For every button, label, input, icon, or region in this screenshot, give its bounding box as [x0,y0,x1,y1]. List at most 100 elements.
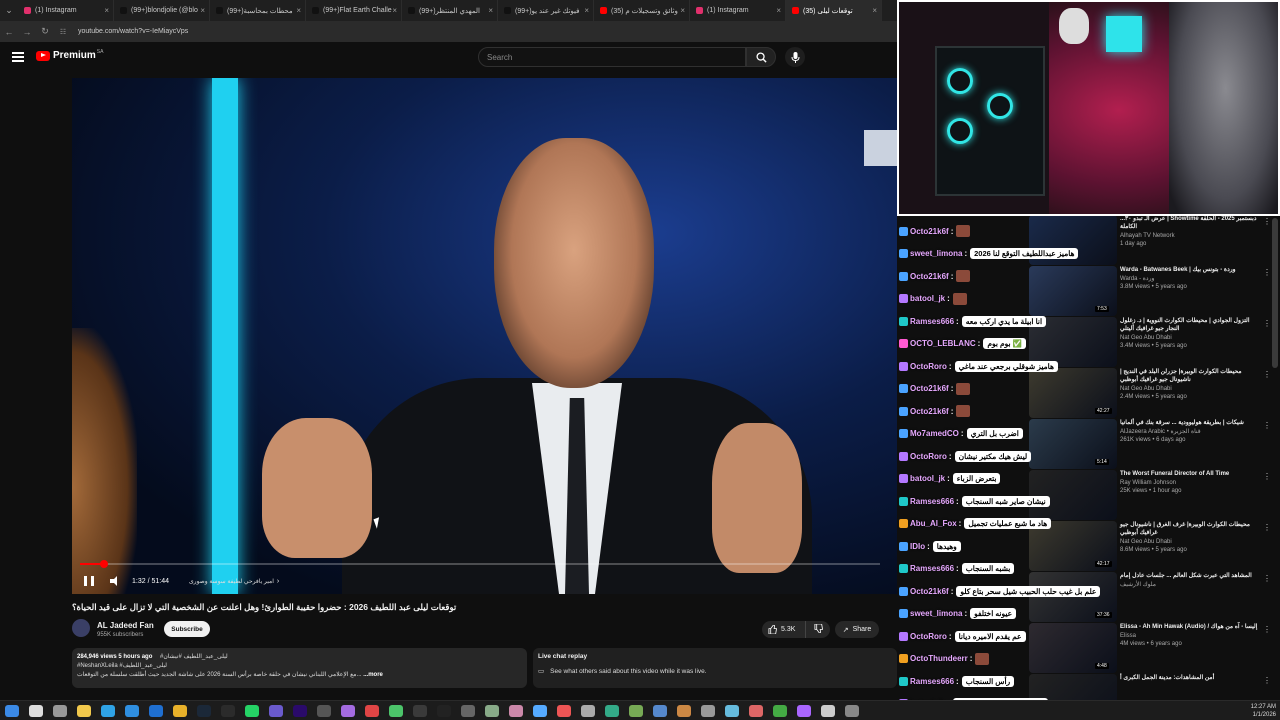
tab-close-icon[interactable]: × [296,6,301,15]
browser-tab[interactable]: (99+)المهدي المنتظر × [402,0,498,21]
progress-bar[interactable] [80,560,880,568]
tab-close-icon[interactable]: × [584,6,589,15]
menu-icon[interactable] [12,52,24,62]
more-options-icon[interactable]: ⋮ [1263,421,1271,430]
more-options-icon[interactable]: ⋮ [1263,319,1271,328]
voice-search-button[interactable] [785,47,805,67]
obs-icon[interactable] [221,704,235,717]
app-icon[interactable] [485,704,499,717]
more-options-icon[interactable]: ⋮ [1263,217,1271,226]
search-button[interactable] [746,47,776,67]
whatsapp-icon[interactable] [245,704,259,717]
recommendation-title[interactable]: محيطات الكوارث الوبيرة| غرف الغرق | ناشي… [1120,521,1262,537]
premiere-icon[interactable] [293,704,307,717]
app-icon[interactable] [797,704,811,717]
dislike-button[interactable] [806,623,830,635]
tab-close-icon[interactable]: × [200,6,205,15]
hashtags[interactable]: #ليلى_عبد_اللطيف #نيشان [160,654,228,660]
youtube-logo[interactable]: Premium SA [36,49,103,61]
recommendation-title[interactable]: التزول الجوادي | محيطات الكوارث النووية … [1120,317,1262,333]
more-options-icon[interactable]: ⋮ [1263,370,1271,379]
description-box[interactable]: 284,946 views 5 hours ago #ليلى_عبد_اللط… [72,648,527,688]
volume-icon[interactable] [110,576,120,586]
app-icon[interactable] [845,704,859,717]
app-icon[interactable] [653,704,667,717]
app-icon[interactable] [365,704,379,717]
browser-tab[interactable]: (35) وثائق وتسجيلات م × [594,0,690,21]
tab-list-chevron-icon[interactable]: ⌄ [0,0,18,21]
subscribe-button[interactable]: Subscribe [164,621,210,637]
recommendation-channel[interactable]: ملوك الأرشيف [1120,581,1262,589]
search-input[interactable]: Search [478,47,746,67]
edge-icon[interactable] [101,704,115,717]
app-icon[interactable] [317,704,331,717]
windows-start-icon[interactable] [5,704,19,717]
tab-close-icon[interactable]: × [680,6,685,15]
browser-tab[interactable]: (99+)محطات بمحاسبة × [210,0,306,21]
scrollbar[interactable] [1272,218,1278,368]
channel-name[interactable]: AL Jadeed Fan [97,621,154,630]
recommendation-channel[interactable]: Alhayah TV Network [1120,232,1262,240]
file-explorer-icon[interactable] [77,704,91,717]
reload-icon[interactable]: ↻ [36,26,54,37]
recommendation-channel[interactable]: AlJazeera Arabic • قناة الجزيرة [1120,428,1262,436]
channel-avatar[interactable] [72,619,90,637]
show-more-link[interactable]: ...more [363,672,383,678]
browser-tab[interactable]: (99+)Flat Earth Challe × [306,0,402,21]
live-chat-replay-box[interactable]: Live chat replay ▭ See what others said a… [533,648,897,688]
app-icon[interactable] [389,704,403,717]
app-icon[interactable] [749,704,763,717]
tab-close-icon[interactable]: × [392,6,397,15]
tab-close-icon[interactable]: × [872,6,877,15]
app-icon[interactable] [821,704,835,717]
recommendation-channel[interactable]: Nat Geo Abu Dhabi [1120,334,1262,342]
tab-close-icon[interactable]: × [776,6,781,15]
browser-tab[interactable]: (1) Instagram × [690,0,786,21]
task-view-icon[interactable] [53,704,67,717]
recommendation-channel[interactable]: Warda - وردة [1120,275,1262,283]
app-icon[interactable] [557,704,571,717]
chapter-title[interactable]: امير يافرحي لطيفة سوسة وصورى [189,578,274,585]
steam-icon[interactable] [197,704,211,717]
store-icon[interactable] [125,704,139,717]
site-info-icon[interactable]: ☷ [54,28,72,36]
chrome-icon[interactable] [173,704,187,717]
app-icon[interactable] [533,704,547,717]
recommendation-channel[interactable]: Nat Geo Abu Dhabi [1120,385,1262,393]
like-button[interactable]: 5.3K [762,621,806,638]
chapter-chevron-icon[interactable]: › [277,578,279,585]
app-icon[interactable] [605,704,619,717]
more-options-icon[interactable]: ⋮ [1263,676,1271,685]
app-icon[interactable] [677,704,691,717]
progress-scrubber[interactable] [100,560,108,568]
more-options-icon[interactable]: ⋮ [1263,523,1271,532]
recommendation-title[interactable]: Warda - Batwanes Beek | وردة - بتونس بيك [1120,266,1262,274]
outlook-icon[interactable] [149,704,163,717]
recommendation-title[interactable]: ...عرض الـ تبدو ٣٠ | Showtime دبستمبر 20… [1120,215,1262,231]
recommendation-title[interactable]: Elissa - Ah Min Hawak (Audio) / إليسا - … [1120,623,1262,631]
browser-tab[interactable]: (1) Instagram × [18,0,114,21]
video-player[interactable] [72,78,897,594]
more-options-icon[interactable]: ⋮ [1263,574,1271,583]
more-options-icon[interactable]: ⋮ [1263,625,1271,634]
more-options-icon[interactable]: ⋮ [1263,268,1271,277]
share-button[interactable]: ↗ Share [835,621,879,638]
pause-button[interactable] [84,576,94,586]
tab-close-icon[interactable]: × [104,6,109,15]
recommendation-channel[interactable]: Elissa [1120,632,1262,640]
url-field[interactable]: youtube.com/watch?v=-IeMiaycVps [78,28,188,35]
taskbar-clock[interactable]: 12:27 AM 1/1/2026 [1251,703,1276,719]
more-options-icon[interactable]: ⋮ [1263,472,1271,481]
recommendation-title[interactable]: محيطات الكوارث الوبيرة| جزرلن البلد في ا… [1120,368,1262,384]
browser-tab[interactable]: (99+)فيوتك غير عند يو × [498,0,594,21]
app-icon[interactable] [725,704,739,717]
app-icon[interactable] [773,704,787,717]
app-icon[interactable] [269,704,283,717]
app-icon[interactable] [461,704,475,717]
recommendation-title[interactable]: شيكات | بطريقة هوليوودية ... سرقة بنك في… [1120,419,1262,427]
app-icon[interactable] [413,704,427,717]
recommendation-title[interactable]: المشاهد التي عبرت شكل العالم ... جلسات ع… [1120,572,1262,580]
description-line[interactable]: #NeshanXLeila #ليلى_عبد_اللطيف [77,662,522,671]
recommendation-channel[interactable]: Nat Geo Abu Dhabi [1120,538,1262,546]
app-icon[interactable] [701,704,715,717]
